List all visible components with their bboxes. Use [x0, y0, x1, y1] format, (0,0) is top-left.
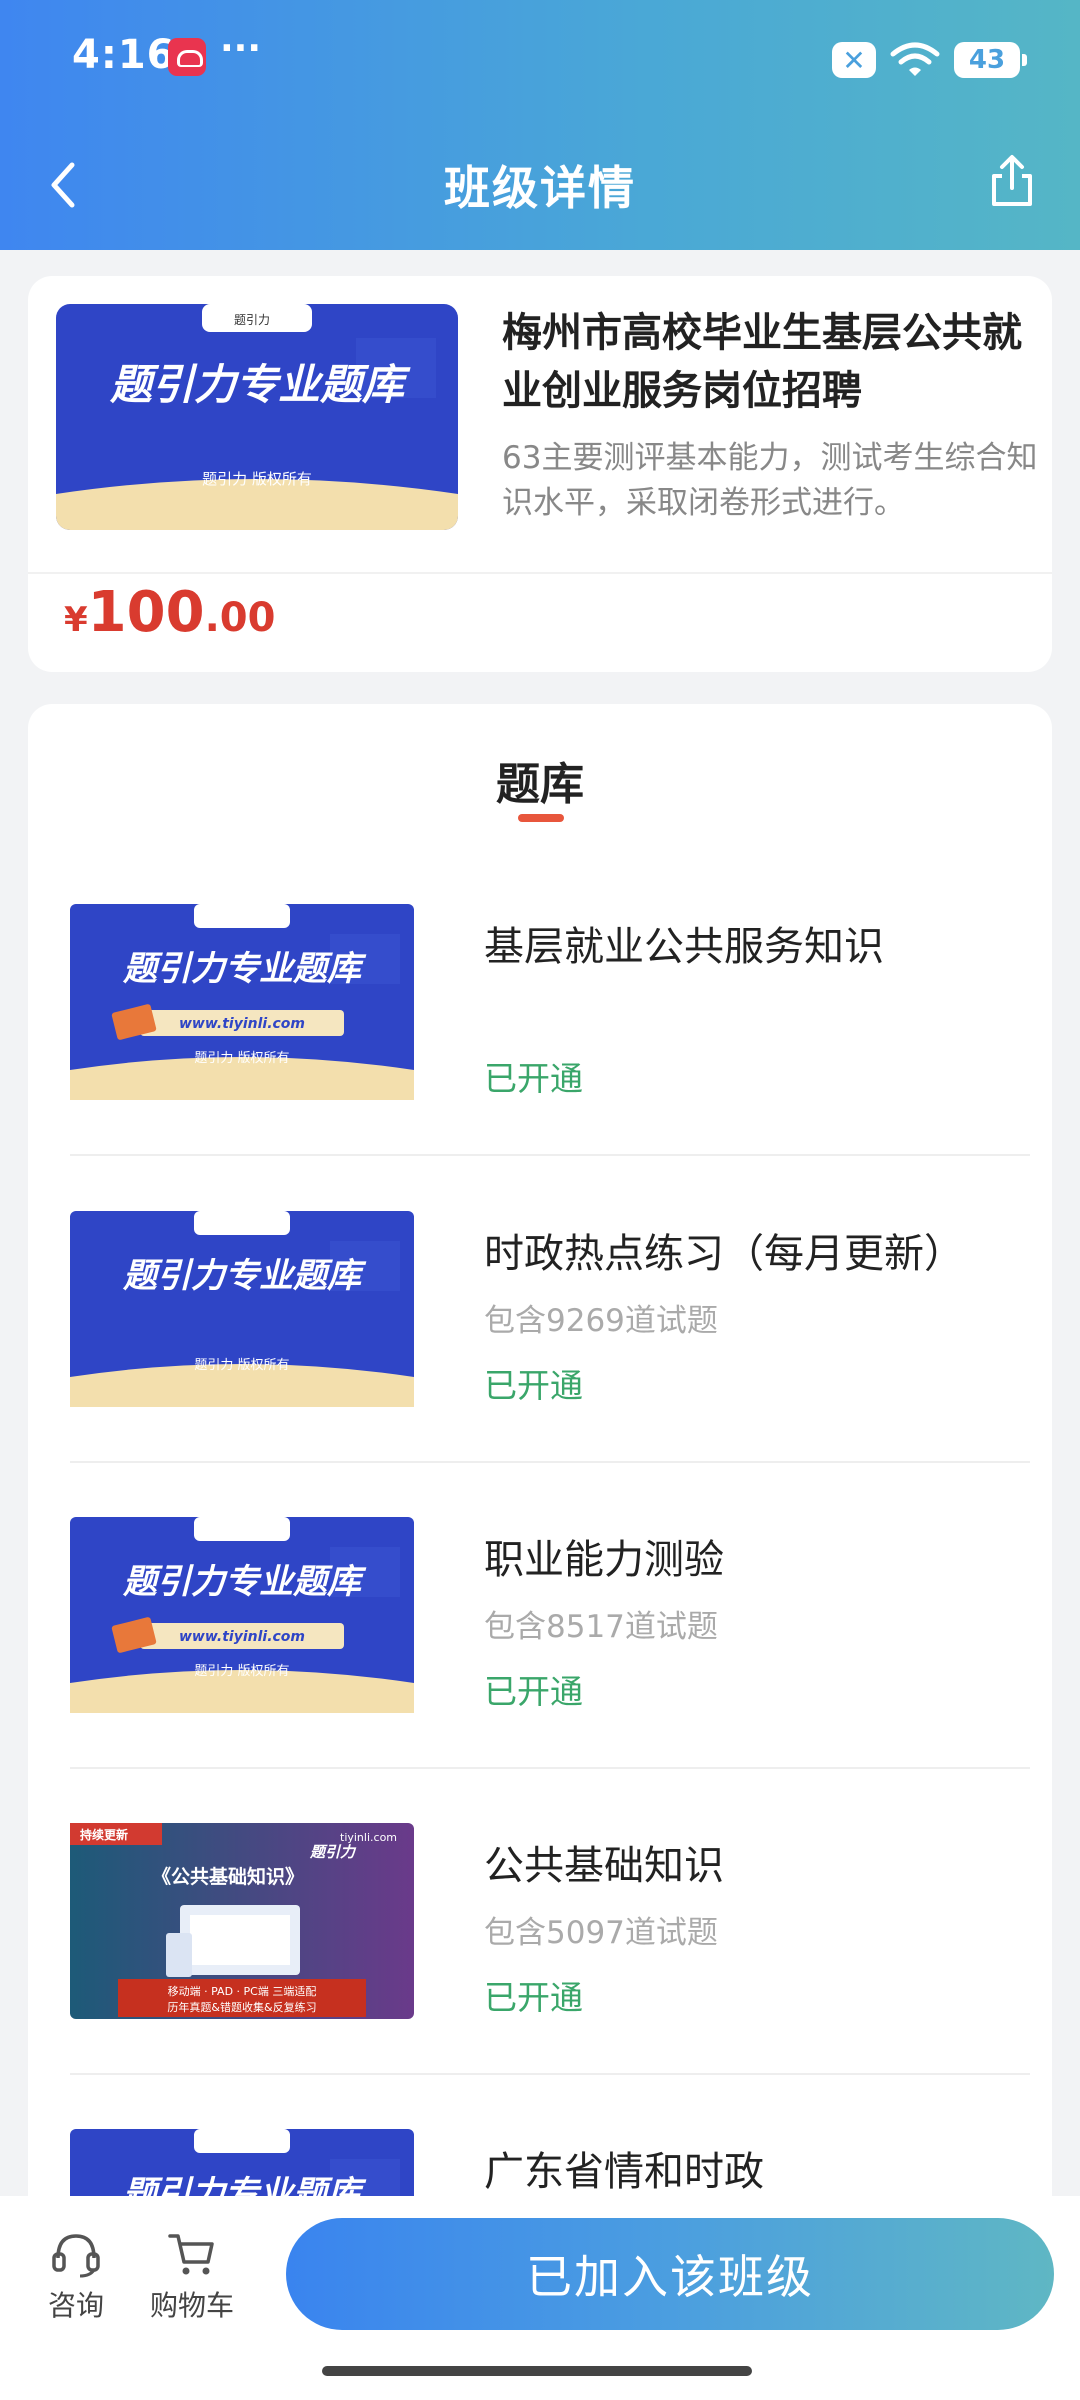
cover-footer: 题引力 版权所有 — [194, 1050, 289, 1066]
consult-label: 咨询 — [47, 2289, 104, 2322]
cover-line-2: 历年真题&错题收集&反复练习 — [167, 2000, 316, 2014]
cart-label: 购物车 — [149, 2289, 234, 2322]
sim-off-icon: ✕ — [832, 42, 876, 78]
bank-item-cover-image: 持续更新 tiyinli.com题引力《公共基础知识》移动端 · PAD · PC… — [70, 1823, 414, 2019]
bank-item-cover-image: 题引力专业题库题引力 版权所有 www.tiyinli.com — [70, 1517, 414, 1713]
bank-item-status: 已开通 — [484, 1059, 583, 1098]
cover-badge: 持续更新 — [80, 1827, 128, 1842]
course-description: 63主要测评基本能力，测试考生综合知识水平，采取闭卷形式进行。 — [502, 440, 1038, 521]
bank-item-status: 已开通 — [484, 1672, 583, 1711]
battery-icon: 43 — [954, 42, 1027, 78]
cover-title: 题引力专业题库 — [122, 1256, 367, 1296]
price-integer: 100 — [87, 580, 205, 645]
price-currency: ¥ — [64, 600, 88, 640]
divider — [70, 1461, 1030, 1463]
bank-item-name: 公共基础知识 — [484, 1843, 724, 1889]
bank-item-name: 基层就业公共服务知识 — [484, 924, 884, 970]
cover-footer: 题引力 版权所有 — [202, 470, 312, 488]
home-indicator — [322, 2366, 752, 2376]
cart-icon — [168, 2234, 214, 2275]
cover-title: 题引力专业题库 — [122, 949, 367, 989]
bank-item-name: 时政热点练习（每月更新） — [484, 1231, 964, 1277]
bank-item-name: 广东省情和时政 — [484, 2149, 764, 2195]
bottom-action-bar: 咨询 购物车 已加入该班级 — [0, 2196, 1080, 2400]
course-cover-image: 题引力 题引力专业题库 题引力 版权所有 — [56, 304, 458, 530]
headset-icon — [52, 2234, 100, 2278]
cover-footer: 题引力 版权所有 — [194, 1357, 289, 1373]
consult-tab[interactable]: 咨询 — [16, 2230, 136, 2324]
share-icon[interactable] — [982, 152, 1042, 212]
cover-url: www.tiyinli.com — [179, 1629, 305, 1645]
bank-item[interactable]: 题引力专业题库题引力 版权所有 www.tiyinli.com 职业能力测验包含85… — [70, 1517, 1030, 1823]
cover-title: 题引力专业题库 — [109, 360, 411, 409]
section-title-underline — [518, 814, 564, 822]
status-bar: 4:16 ··· ✕ 43 — [72, 28, 1027, 90]
cover-tag: 题引力 — [234, 313, 270, 327]
bank-item-question-count: 包含5097道试题 — [484, 1915, 718, 1951]
bank-item[interactable]: 持续更新 tiyinli.com 题引力 《公共基础知识》 移动端 · PAD · PC… — [70, 1823, 1030, 2129]
bank-item-status: 已开通 — [484, 1366, 583, 1405]
joined-class-button[interactable]: 已加入该班级 — [286, 2218, 1054, 2330]
more-notifications-icon: ··· — [220, 28, 262, 69]
cover-line-1: 移动端 · PAD · PC端 三端适配 — [168, 1985, 317, 1998]
cover-brand: 题引力 — [309, 1843, 357, 1861]
divider — [28, 572, 1052, 574]
section-title: 题库 — [496, 759, 584, 810]
course-title: 梅州市高校毕业生基层公共就业创业服务岗位招聘 — [502, 310, 1022, 414]
bank-item-question-count: 包含9269道试题 — [484, 1303, 718, 1339]
divider — [70, 2073, 1030, 2075]
cart-tab[interactable]: 购物车 — [132, 2230, 252, 2324]
header-bar: 4:16 ··· ✕ 43 班级详情 — [0, 0, 1080, 250]
course-price: ¥100.00 — [64, 580, 275, 645]
bank-item-cover-image: 题引力专业题库题引力 版权所有 www.tiyinli.com — [70, 904, 414, 1100]
bank-item-name: 职业能力测验 — [484, 1537, 724, 1583]
cover-title: 题引力专业题库 — [122, 1562, 367, 1602]
price-decimal: .00 — [204, 595, 276, 641]
bank-item[interactable]: 题引力专业题库题引力 版权所有 www.tiyinli.com 基层就业公共服务知识… — [70, 904, 1030, 1210]
course-card: 题引力 题引力专业题库 题引力 版权所有 梅州市高校毕业生基层公共就业创业服务岗… — [28, 276, 1052, 672]
bank-item-cover-image: 题引力专业题库题引力 版权所有 — [70, 1211, 414, 1407]
divider — [70, 1154, 1030, 1156]
cover-footer: 题引力 版权所有 — [194, 1663, 289, 1679]
question-bank-section: 题库 题引力专业题库 题引力 版权所有 www.tiyinli.com 基层就业公共服… — [28, 704, 1052, 2400]
cover-title: 《公共基础知识》 — [152, 1865, 304, 1888]
status-indicators: ✕ 43 — [832, 40, 1027, 80]
wifi-icon — [890, 42, 940, 76]
bank-item-status: 已开通 — [484, 1978, 583, 2017]
page-title: 班级详情 — [444, 161, 636, 215]
divider — [70, 1767, 1030, 1769]
bank-item-question-count: 包含8517道试题 — [484, 1609, 718, 1645]
app-notification-icon — [168, 38, 206, 76]
cover-url: www.tiyinli.com — [179, 1016, 305, 1032]
bank-item[interactable]: 题引力专业题库题引力 版权所有 时政热点练习（每月更新） 包含9269道试题 已开通 — [70, 1211, 1030, 1517]
status-time: 4:16 — [72, 32, 176, 78]
